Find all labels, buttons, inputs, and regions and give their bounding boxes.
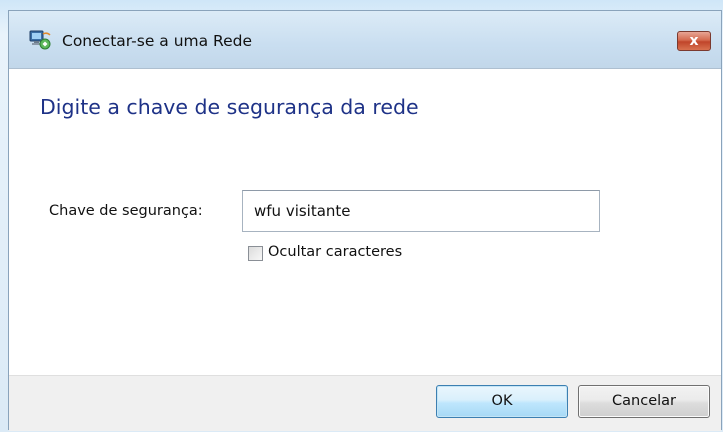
- network-icon: [29, 29, 51, 51]
- page-title: Digite a chave de segurança da rede: [40, 95, 419, 119]
- security-key-input[interactable]: [242, 190, 600, 232]
- ok-button[interactable]: OK: [436, 385, 568, 418]
- hide-characters-checkbox[interactable]: [248, 246, 263, 261]
- dialog-content: Digite a chave de segurança da rede Chav…: [9, 69, 721, 375]
- security-key-label: Chave de segurança:: [49, 203, 203, 219]
- connect-network-dialog: Conectar-se a uma Rede x Digite a chave …: [8, 10, 722, 431]
- hide-characters-label[interactable]: Ocultar caracteres: [268, 244, 402, 260]
- title-bar[interactable]: Conectar-se a uma Rede x: [9, 11, 721, 69]
- close-button[interactable]: x: [677, 31, 711, 51]
- dialog-footer: OK Cancelar: [9, 375, 721, 431]
- cancel-button[interactable]: Cancelar: [578, 385, 710, 418]
- window-title: Conectar-se a uma Rede: [62, 32, 253, 50]
